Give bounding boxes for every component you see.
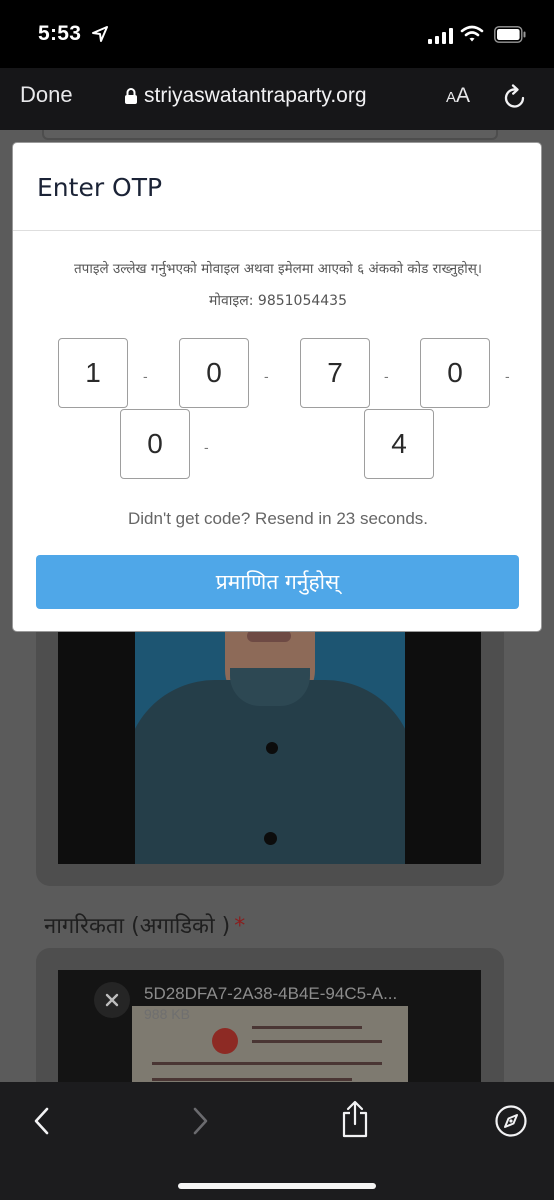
otp-digit-2[interactable]: 0 [179,338,249,408]
otp-separator: - [204,439,209,455]
citizenship-upload-card: 5D28DFA7-2A38-4B4E-94C5-A... 988 KB [36,948,504,1082]
citizenship-label-text: नागरिकता (अगाडिको ) [44,914,231,939]
browser-bar: Done striyaswatantraparty.org AA [0,68,554,130]
resend-countdown: Didn't get code? Resend in 23 seconds. [128,509,428,528]
otp-separator: - [143,368,148,384]
aa-big-label: A [456,84,471,107]
otp-digit-4[interactable]: 0 [420,338,490,408]
home-indicator[interactable] [178,1183,376,1189]
otp-separator: - [505,368,510,384]
otp-digit-5[interactable]: 0 [120,409,190,479]
otp-instructions: तपाइले उल्लेख गर्नुभएको मोवाइल अथवा इमेल… [73,261,483,277]
battery-icon [494,26,526,43]
reload-icon[interactable] [503,84,527,110]
otp-digit-3[interactable]: 7 [300,338,370,408]
status-bar: 5:53 [0,0,554,68]
share-icon[interactable] [340,1100,370,1138]
photo-upload-card [36,610,504,886]
location-arrow-icon [92,26,108,42]
form-card [42,130,498,140]
back-icon[interactable] [32,1106,52,1136]
photo-preview [58,610,481,864]
upload-preview: 5D28DFA7-2A38-4B4E-94C5-A... 988 KB [58,970,481,1082]
otp-separator: - [384,368,389,384]
status-time: 5:53 [38,22,82,45]
wifi-icon [460,25,484,42]
aa-small-label: A [446,89,457,106]
profile-photo [135,610,405,864]
required-mark: * [234,914,246,939]
otp-separator: - [264,368,269,384]
citizenship-front-label: नागरिकता (अगाडिको ) * [44,910,245,940]
lock-icon [125,88,137,104]
reader-text-size-button[interactable]: AA [446,84,470,108]
file-size: 988 KB [144,1006,190,1022]
otp-digit-6[interactable]: 4 [364,409,434,479]
close-icon [105,993,119,1007]
address-bar[interactable]: striyaswatantraparty.org [124,81,367,111]
done-button[interactable]: Done [20,82,73,108]
signal-icon [428,28,453,44]
verify-button[interactable]: प्रमाणित गर्नुहोस् [36,555,519,609]
compass-icon[interactable] [494,1104,528,1138]
otp-digit-1[interactable]: 1 [58,338,128,408]
remove-file-button[interactable] [94,982,130,1018]
forward-icon[interactable] [190,1106,210,1136]
file-name: 5D28DFA7-2A38-4B4E-94C5-A... [144,984,398,1003]
otp-modal: Enter OTP तपाइले उल्लेख गर्नुभएको मोवाइल… [12,142,542,632]
modal-title: Enter OTP [37,173,163,202]
url-text: striyaswatantraparty.org [144,84,367,107]
mobile-number: मोवाइल: 9851054435 [208,293,347,309]
